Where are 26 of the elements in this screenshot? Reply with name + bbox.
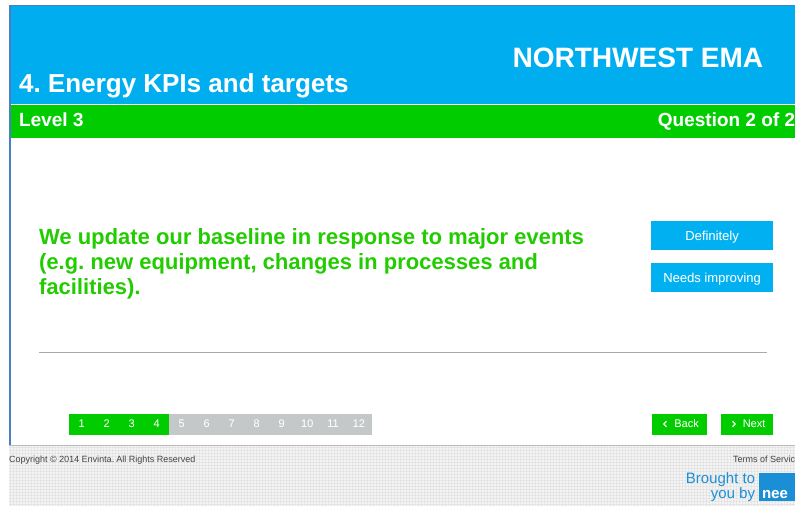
answer-button[interactable]: Definitely — [651, 221, 773, 250]
page-number[interactable]: 11 — [320, 414, 346, 434]
question-text: We update our baseline in response to major events (e.g. new equipment, changes in processes and facilities). — [39, 224, 585, 299]
page-number[interactable]: 9 — [269, 414, 294, 434]
page-number[interactable]: 7 — [219, 414, 244, 434]
page-number[interactable]: 10 — [294, 414, 320, 434]
section-title: 4. Energy KPIs and targets — [19, 70, 348, 96]
you-by-text: you by — [710, 486, 755, 500]
back-button[interactable]: Back — [652, 414, 707, 434]
page-number[interactable]: 3 — [119, 414, 144, 434]
brought-to-text: Brought to — [686, 470, 755, 486]
next-button[interactable]: Next — [721, 414, 773, 434]
level-label: Level 3 — [19, 109, 84, 134]
sponsor-logo: nee — [759, 472, 795, 500]
page-number[interactable]: 4 — [144, 414, 169, 434]
page-number[interactable]: 12 — [346, 414, 372, 434]
page-number[interactable]: 8 — [244, 414, 269, 434]
page-number[interactable]: 5 — [169, 414, 194, 434]
terms-link[interactable]: Terms of Servic — [732, 453, 795, 466]
question-counter: Question 2 of 2 — [658, 109, 795, 134]
page-number[interactable]: 6 — [194, 414, 219, 434]
page-number[interactable]: 2 — [94, 414, 119, 434]
answer-button[interactable]: Needs improving — [651, 263, 773, 292]
page-number[interactable]: 1 — [69, 414, 94, 434]
brand-name: NORTHWEST EMA — [512, 44, 763, 72]
copyright-text: Copyright © 2014 Envinta. All Rights Reserved — [9, 453, 196, 466]
